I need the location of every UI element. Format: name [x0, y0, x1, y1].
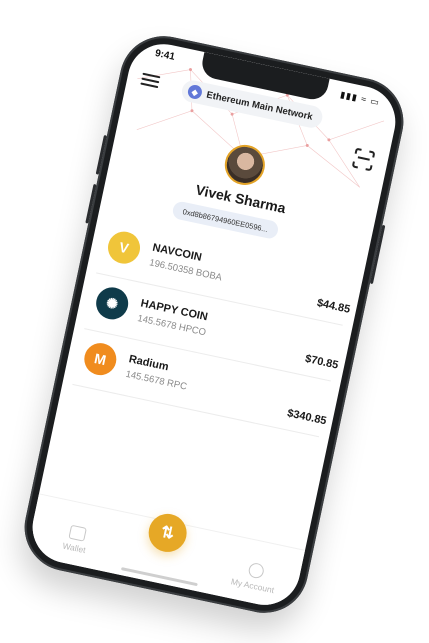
radium-icon: M: [81, 340, 120, 379]
swap-button[interactable]: ⇅: [145, 510, 191, 556]
qr-scan-icon[interactable]: [351, 147, 376, 172]
bottom-nav: Wallet ⇅ My Account: [25, 493, 306, 612]
token-usd-value: $44.85: [315, 297, 352, 316]
token-list: V NAVCOIN 196.50358 BOBA $44.85 ✺ HAPPY …: [63, 216, 365, 440]
token-usd-value: $340.85: [286, 407, 328, 428]
app-screen: 9:41 ▮▮▮ ≈ ▭ ◆ Ethereum Main Network Viv…: [25, 37, 403, 612]
ethereum-icon: ◆: [186, 83, 204, 101]
phone-mockup: 9:41 ▮▮▮ ≈ ▭ ◆ Ethereum Main Network Viv…: [16, 28, 412, 621]
token-usd-value: $70.85: [303, 352, 340, 372]
nav-account-label: My Account: [230, 576, 276, 596]
navcoin-icon: V: [105, 228, 143, 267]
nav-wallet-label: Wallet: [61, 540, 87, 556]
token-balance: 196.50358 BOBA: [148, 257, 223, 284]
wallet-icon: [68, 524, 87, 542]
nav-my-account[interactable]: My Account: [230, 559, 279, 596]
happy-coin-icon: ✺: [93, 284, 132, 323]
hamburger-icon[interactable]: [140, 70, 161, 91]
user-icon: [246, 561, 265, 580]
nav-wallet[interactable]: Wallet: [62, 524, 90, 555]
token-balance: 145.5678 RPC: [124, 368, 188, 393]
